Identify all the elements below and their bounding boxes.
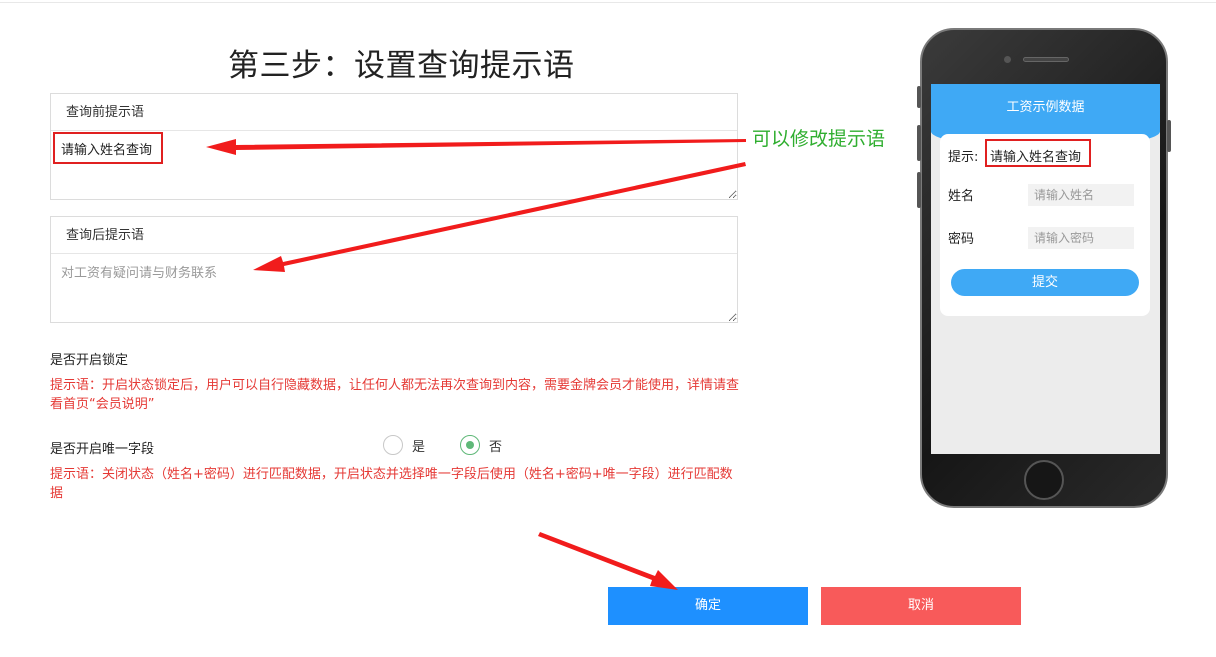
unique-field-label: 是否开启唯一字段 (50, 442, 155, 457)
phone-side-button (917, 86, 921, 108)
phone-header-title: 工资示例数据 (931, 84, 1160, 132)
phone-highlight-box (985, 139, 1091, 167)
after-prompt-panel: 查询后提示语 (50, 216, 738, 323)
highlight-box (53, 132, 163, 164)
phone-password-label: 密码 (948, 232, 975, 247)
unique-field-radio-group: 是 否 (383, 435, 502, 455)
phone-submit-button[interactable]: 提交 (951, 269, 1139, 296)
phone-power-button (1167, 120, 1171, 152)
radio-no-label[interactable]: 否 (489, 436, 502, 455)
radio-yes[interactable] (383, 435, 403, 455)
page-title: 第三步：设置查询提示语 (228, 48, 575, 84)
after-prompt-label: 查询后提示语 (51, 217, 737, 254)
top-divider (0, 2, 1216, 3)
lock-hint: 提示语：开启状态锁定后，用户可以自行隐藏数据，让任何人都无法再次查询到内容，需要… (50, 378, 740, 412)
radio-no[interactable] (460, 435, 481, 455)
phone-camera-icon (1004, 56, 1011, 63)
before-prompt-label: 查询前提示语 (51, 94, 737, 131)
radio-yes-label[interactable]: 是 (412, 436, 425, 455)
phone-name-label: 姓名 (948, 189, 975, 204)
phone-volume-down (917, 172, 921, 208)
confirm-button[interactable]: 确定 (608, 587, 808, 625)
phone-speaker-icon (1023, 57, 1069, 62)
phone-volume-up (917, 125, 921, 161)
phone-name-input[interactable]: 请输入姓名 (1028, 184, 1134, 206)
unique-field-hint: 提示语：关闭状态（姓名+密码）进行匹配数据，开启状态并选择唯一字段后使用（姓名+… (50, 467, 733, 501)
phone-home-button[interactable] (1024, 460, 1064, 500)
after-prompt-textarea[interactable] (51, 254, 737, 322)
cancel-button[interactable]: 取消 (821, 587, 1021, 625)
lock-label: 是否开启锁定 (50, 353, 129, 368)
phone-hint-label: 提示: (948, 150, 979, 165)
phone-preview: 工资示例数据 提示: 请输入姓名查询 姓名 请输入姓名 密码 请输入密码 提交 (917, 28, 1171, 508)
arrow-to-confirm (538, 532, 678, 590)
annotation-text: 可以修改提示语 (752, 128, 886, 150)
phone-password-input[interactable]: 请输入密码 (1028, 227, 1134, 249)
